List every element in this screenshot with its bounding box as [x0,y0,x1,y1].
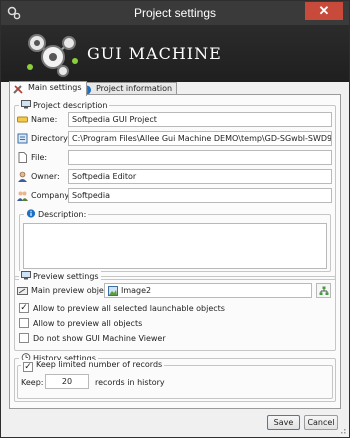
allow-preview-selected-label: Allow to preview all selected launchable… [33,304,225,313]
file-icon [18,152,27,163]
owner-row: Owner: Softpedia Editor [17,169,333,184]
main-preview-object-row: Main preview object: Image2 [17,283,333,298]
name-tag-icon [17,116,28,123]
window-title: Project settings [133,6,217,20]
file-field[interactable] [68,150,332,165]
company-label: Company: [17,191,71,201]
user-icon [18,171,27,182]
save-button[interactable]: Save [267,415,300,430]
keep-limited-legend: ✓ Keep limited number of records [21,360,165,372]
info-icon [26,209,36,218]
company-field[interactable]: Softpedia [68,188,332,203]
owner-label: Owner: [17,171,60,182]
logo-text: GUI MACHINE [87,44,222,63]
allow-preview-all-label: Allow to preview all objects [33,319,143,328]
close-button[interactable]: ✕ [305,2,343,20]
hide-viewer-checkbox[interactable] [19,333,29,343]
project-description-legend: Project description [19,100,110,110]
keep-label: Keep: [21,378,44,387]
main-preview-object-label: Main preview object: [17,286,114,295]
tab-main-settings[interactable]: Main settings [9,81,87,96]
main-preview-object-value: Image2 [121,286,152,295]
keep-records-input[interactable]: 20 [45,374,89,389]
company-icon [17,191,28,201]
monitor-icon [21,271,31,280]
preview-pencil-icon [17,287,28,295]
header-banner: GUI MACHINE [1,25,349,82]
monitor-icon [21,100,31,109]
file-row: File: [17,150,333,165]
keep-limited-label: Keep limited number of records [36,360,163,369]
name-field[interactable]: Softpedia GUI Project [68,112,332,127]
title-bar[interactable]: Project settings ✕ [1,1,349,25]
directory-label: Directory: [17,133,70,144]
owner-field[interactable]: Softpedia Editor [68,169,332,184]
tab-project-information-label: Project information [96,84,173,93]
hide-viewer-label: Do not show GUI Machine Viewer [33,334,166,343]
allow-preview-all-checkbox[interactable] [19,318,29,328]
description-textarea[interactable] [23,223,327,269]
preview-settings-legend: Preview settings [19,271,101,281]
directory-row: Directory: C:\Program Files\Allee Gui Ma… [17,131,333,146]
keep-limited-checkbox[interactable]: ✓ [23,362,33,372]
project-description-group: Project description Name: Softpedia GUI … [14,100,336,280]
wrench-icon [13,85,23,94]
main-settings-panel: Project description Name: Softpedia GUI … [9,94,341,409]
main-preview-object-field[interactable]: Image2 [104,283,312,298]
object-tree-icon [319,286,329,295]
cancel-button[interactable]: Cancel [304,415,338,430]
keep-limited-group: ✓ Keep limited number of records Keep: 20… [17,360,333,399]
name-row: Name: Softpedia GUI Project [17,112,333,127]
resize-grip-icon[interactable] [338,426,346,434]
file-label: File: [17,152,47,163]
directory-field[interactable]: C:\Program Files\Allee Gui Machine DEMO\… [68,131,332,146]
description-legend: Description: [24,209,89,219]
image-object-icon [108,286,118,296]
description-group: Description: [19,209,331,272]
project-settings-window: Project settings ✕ GUI MACHINE Main sett… [0,0,350,438]
object-tree-button[interactable] [316,283,331,298]
allow-preview-selected-checkbox[interactable]: ✓ [19,303,29,313]
preview-settings-group: Preview settings Main preview object: Im… [14,271,336,351]
name-label: Name: [17,115,57,124]
company-row: Company: Softpedia [17,188,333,203]
directory-icon [17,133,28,144]
gui-machine-logo-icon [27,34,78,77]
history-settings-group: History settings ✓ Keep limited number of… [14,353,336,402]
records-suffix-label: records in history [95,378,165,387]
tab-main-settings-label: Main settings [28,83,82,92]
